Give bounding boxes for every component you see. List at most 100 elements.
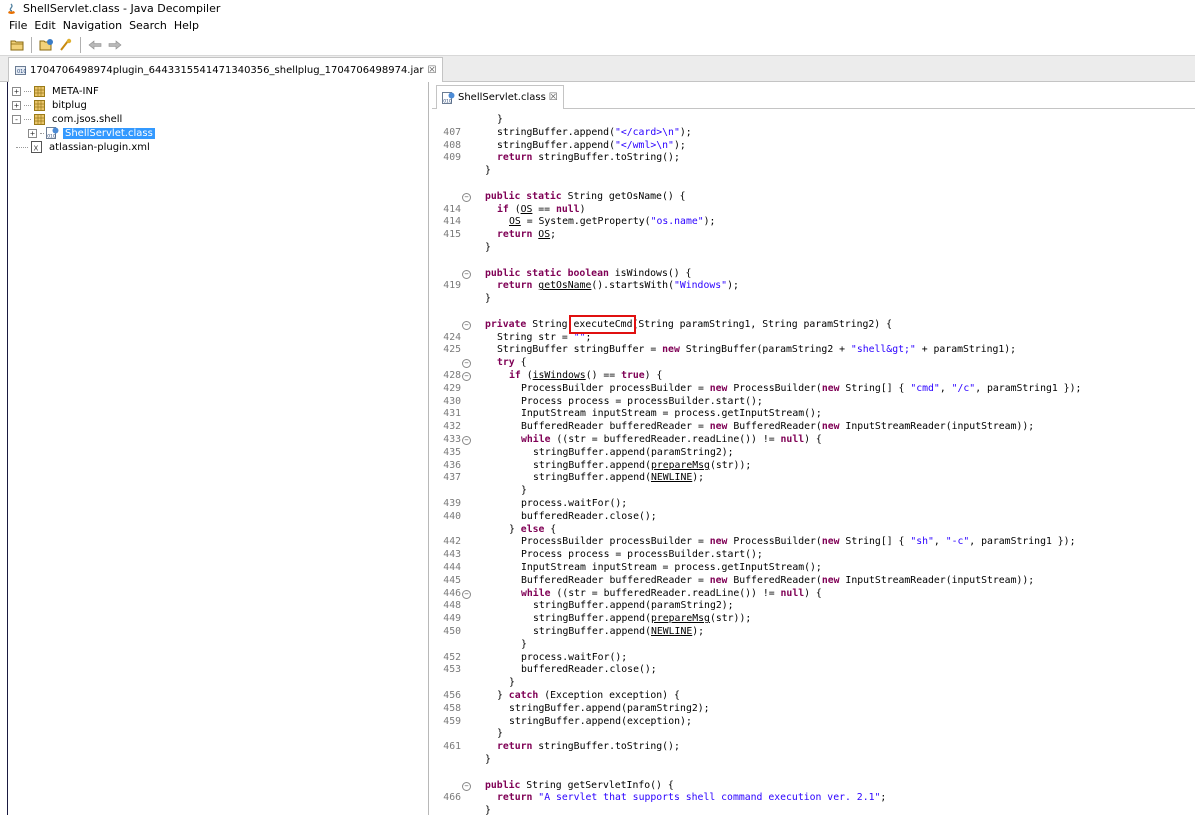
xml-file-icon: X bbox=[30, 141, 43, 153]
code-token: ( bbox=[520, 370, 533, 381]
code-token: return bbox=[497, 741, 533, 753]
back-arrow-icon[interactable] bbox=[86, 36, 104, 54]
code-token: private bbox=[485, 318, 527, 330]
menu-help[interactable]: Help bbox=[174, 19, 199, 32]
tree-item-meta-inf[interactable]: + META-INF bbox=[8, 84, 428, 98]
open-type-icon[interactable] bbox=[37, 36, 55, 54]
fold-toggle-icon[interactable]: − bbox=[462, 436, 471, 445]
code-text: stringBuffer.append(NEWLINE); bbox=[533, 626, 704, 639]
code-text: } bbox=[497, 114, 503, 127]
code-text: while ((str = bufferedReader.readLine())… bbox=[521, 434, 822, 447]
code-token: + paramString1); bbox=[915, 344, 1017, 356]
code-line: } bbox=[432, 754, 1195, 767]
line-number: 459 bbox=[443, 715, 461, 727]
tree-item-bitplug[interactable]: + bitplug bbox=[8, 98, 428, 112]
code-line: 458 stringBuffer.append(paramString2); bbox=[432, 703, 1195, 716]
expand-icon[interactable]: + bbox=[12, 100, 21, 110]
code-text: stringBuffer.append(prepareMsg(str)); bbox=[533, 613, 751, 626]
code-line: − public static boolean isWindows() { bbox=[432, 268, 1195, 281]
code-text: Process process = processBuilder.start()… bbox=[521, 549, 763, 562]
fold-toggle-icon[interactable]: − bbox=[462, 359, 471, 369]
code-token: } bbox=[497, 690, 509, 701]
code-token: OS bbox=[509, 216, 521, 228]
code-token: } bbox=[521, 638, 527, 650]
code-line: 409 return stringBuffer.toString(); bbox=[432, 152, 1195, 165]
code-token: new bbox=[662, 344, 680, 356]
jar-document-tab[interactable]: 010 1704706498974plugin_6443315541471340… bbox=[8, 57, 444, 82]
search-icon[interactable] bbox=[57, 36, 75, 54]
code-token: new bbox=[709, 382, 728, 394]
open-file-icon[interactable] bbox=[8, 36, 26, 54]
close-icon[interactable]: ☒ bbox=[428, 65, 437, 76]
tree-item-com-jsos-shell[interactable]: - com.jsos.shell bbox=[8, 112, 428, 126]
fold-toggle-icon[interactable]: − bbox=[462, 372, 471, 381]
code-token: "-c" bbox=[945, 536, 970, 548]
code-line: 446− while ((str = bufferedReader.readLin… bbox=[432, 588, 1195, 601]
svg-text:010: 010 bbox=[443, 98, 452, 104]
line-number: 439 bbox=[443, 498, 461, 509]
menu-navigation[interactable]: Navigation bbox=[63, 19, 122, 32]
line-number: 419 bbox=[443, 280, 461, 292]
fold-toggle-icon[interactable]: − bbox=[462, 192, 471, 202]
fold-toggle-icon[interactable]: − bbox=[462, 589, 471, 599]
code-token: () == bbox=[585, 370, 622, 381]
code-token: } bbox=[509, 677, 515, 689]
code-text: public String getServletInfo() { bbox=[485, 780, 674, 793]
code-line: } bbox=[432, 677, 1195, 690]
fold-toggle-icon[interactable]: − bbox=[462, 320, 471, 330]
code-token: ); bbox=[692, 472, 705, 484]
line-number: 429 bbox=[443, 382, 461, 394]
code-line: } else { bbox=[432, 524, 1195, 537]
menu-file[interactable]: File bbox=[9, 19, 27, 32]
code-text: } bbox=[485, 754, 491, 767]
expand-icon[interactable]: + bbox=[28, 128, 37, 138]
tree-item-shellservlet-class[interactable]: + 010 ShellServlet.class bbox=[8, 126, 428, 140]
code-token: public static boolean bbox=[485, 267, 609, 279]
code-token: ((str = bufferedReader.readLine()) != bbox=[550, 434, 781, 445]
code-editor[interactable]: } 407 stringBuffer.append("</card>\n"); 408… bbox=[432, 111, 1195, 815]
line-number: 446 bbox=[443, 587, 461, 599]
code-text: } else { bbox=[509, 524, 556, 537]
code-token: getOsName bbox=[538, 280, 592, 292]
package-explorer: + META-INF + bitplug - com.jsos.shell + bbox=[8, 82, 429, 815]
code-token: new bbox=[709, 536, 728, 548]
close-icon[interactable]: ☒ bbox=[549, 92, 558, 103]
code-token: } bbox=[485, 805, 491, 815]
line-number: 432 bbox=[443, 421, 461, 433]
code-token: return bbox=[497, 280, 533, 292]
code-token: "os.name" bbox=[650, 216, 704, 228]
code-line: } bbox=[432, 165, 1195, 178]
line-number: 445 bbox=[443, 574, 461, 586]
tree-connector bbox=[24, 118, 31, 120]
fold-toggle-icon[interactable]: − bbox=[462, 781, 471, 791]
menu-edit[interactable]: Edit bbox=[34, 19, 55, 32]
code-token: true bbox=[621, 370, 645, 381]
code-text: process.waitFor(); bbox=[521, 498, 627, 511]
collapse-icon[interactable]: - bbox=[12, 114, 21, 124]
shellservlet-editor-tab[interactable]: 010 ShellServlet.class ☒ bbox=[436, 85, 564, 109]
code-token: } bbox=[521, 485, 527, 497]
line-number: 436 bbox=[443, 459, 461, 471]
code-text: } bbox=[521, 485, 527, 498]
code-token: , bbox=[939, 382, 952, 394]
tree-item-atlassian-plugin-xml[interactable]: X atlassian-plugin.xml bbox=[8, 140, 428, 154]
line-number: 452 bbox=[443, 651, 461, 663]
highlight-annotation-box bbox=[569, 314, 637, 334]
class-file-icon: 010 bbox=[46, 127, 59, 139]
code-line: } bbox=[432, 485, 1195, 498]
code-token: while bbox=[521, 587, 551, 599]
code-line: − private String executeCmd(String paramS… bbox=[432, 319, 1195, 332]
code-token: == bbox=[532, 203, 556, 215]
code-token: String str = bbox=[497, 331, 574, 343]
forward-arrow-icon[interactable] bbox=[106, 36, 124, 54]
fold-toggle-icon[interactable]: − bbox=[462, 269, 471, 279]
code-token: catch bbox=[508, 690, 539, 701]
menu-search[interactable]: Search bbox=[129, 19, 167, 32]
expand-icon[interactable]: + bbox=[12, 86, 21, 96]
code-token: ); bbox=[673, 139, 686, 151]
code-line: 433− while ((str = bufferedReader.readLin… bbox=[432, 434, 1195, 447]
code-token: ); bbox=[679, 126, 692, 138]
code-line: 461 return stringBuffer.toString(); bbox=[432, 741, 1195, 754]
code-token: InputStream inputStream = process.getInp… bbox=[521, 562, 822, 573]
